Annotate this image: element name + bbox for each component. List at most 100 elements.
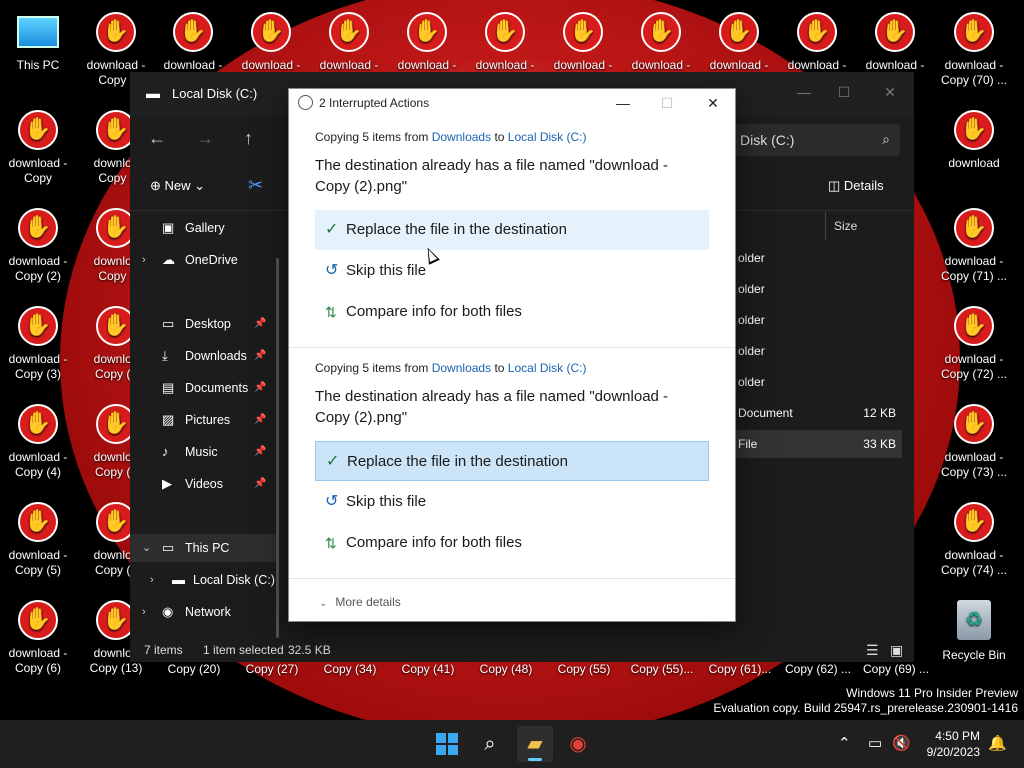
replace-option[interactable]: ✓ Replace the file in the destination [315,210,709,250]
maximize-icon[interactable]: ☐ [653,92,681,114]
stop-hand-icon: ✋ [18,404,58,444]
chevron-icon[interactable]: ⌄ [142,534,151,562]
sidebar-item[interactable]: › ☁ OneDrive [130,246,278,274]
chevron-icon[interactable]: › [142,598,146,626]
table-row[interactable]: older [730,368,902,396]
back-arrow-icon[interactable]: ← [148,128,166,149]
file-explorer-taskbar-icon[interactable]: ▰ [517,726,553,762]
table-row[interactable]: older [730,306,902,334]
source-link[interactable]: Downloads [432,361,491,375]
desktop-icon-download[interactable]: ✋ download - Copy [2,102,74,186]
address-bar[interactable]: Disk (C:) ⌕ [730,124,900,156]
desktop-icon-download[interactable]: ✋ download - Copy (5) [2,494,74,578]
desktop-icon-download[interactable]: ✋ download - Copy (3) [2,298,74,382]
sidebar-item[interactable]: ▤ Documents 📌 [130,374,278,402]
desktop-icon-download[interactable]: ✋ download - Copy (2) [2,200,74,284]
desktop-icon-download[interactable]: ✋ download - [313,4,385,73]
table-row[interactable]: older [730,337,902,365]
details-view-icon[interactable]: ☰ [866,638,879,662]
desktop-icon-label: download - Copy (72) ... [940,352,1008,381]
close-icon[interactable]: ✕ [699,92,727,114]
chevron-icon[interactable]: › [150,566,154,594]
sidebar-item[interactable]: ♪ Music 📌 [130,438,278,466]
maximize-icon[interactable]: ☐ [830,80,858,104]
desktop-icon-download[interactable]: ✋ download - [781,4,853,73]
sidebar-item[interactable]: › ▬ Local Disk (C:) [130,566,278,594]
compare-option[interactable]: ⇅ Compare info for both files [315,523,709,563]
desktop-icon-download[interactable]: ✋ download - [859,4,931,73]
stop-hand-icon: ✋ [954,12,994,52]
destination-link[interactable]: Local Disk (C:) [508,361,587,375]
folder-icon: ▨ [162,412,175,427]
desktop-icon-download[interactable]: ✋ download - Copy (6) [2,592,74,676]
sidebar-scrollbar[interactable] [276,258,279,638]
desktop-icon-download[interactable]: ✋ download - Copy (74) ... [938,494,1010,578]
details-button[interactable]: ◫ Details [828,178,884,194]
explorer-tab-title[interactable]: Local Disk (C:) [172,86,257,101]
folder-icon: ♪ [162,444,169,459]
desktop-icon-download[interactable]: ✋ download - [703,4,775,73]
sidebar-item[interactable]: ▶ Videos 📌 [130,470,278,498]
search-icon[interactable]: ⌕ [472,726,508,762]
notification-bell-icon[interactable]: 🔔 [988,734,1007,752]
sidebar-item[interactable]: ▭ Desktop 📌 [130,310,278,338]
close-icon[interactable]: ✕ [876,80,904,104]
dialog-titlebar[interactable]: 2 Interrupted Actions — ☐ ✕ [289,89,735,117]
sidebar-item-label: Pictures [185,413,231,427]
file-name: older [738,375,765,389]
volume-muted-icon[interactable]: 🔇 [892,734,911,752]
desktop-icon-download[interactable]: ✋ download - Copy (71) ... [938,200,1010,284]
cut-icon[interactable]: ✂ [248,175,263,196]
start-button[interactable] [436,733,458,755]
sidebar-item[interactable]: ⤓ Downloads 📌 [130,342,278,370]
table-row[interactable]: File 33 KB [730,430,902,458]
desktop-icon-download[interactable]: ✋ download - Copy (70) ... [938,4,1010,88]
compare-option[interactable]: ⇅ Compare info for both files [315,292,709,332]
table-row[interactable]: older [730,275,902,303]
table-row[interactable]: Document 12 KB [730,399,902,427]
sidebar-item[interactable]: ⌄ ▭ This PC [130,534,278,562]
desktop-icon-download[interactable]: ✋ download - [157,4,229,73]
sidebar-item-label: Downloads [185,349,247,363]
desktop-icon-download[interactable]: ✋ download [938,102,1010,171]
stop-hand-icon: ✋ [173,12,213,52]
tiles-view-icon[interactable]: ▣ [890,638,903,662]
source-link[interactable]: Downloads [432,130,491,144]
up-arrow-icon[interactable]: ↑ [244,128,253,149]
desktop-icon-label: download - [475,58,535,72]
column-header-size[interactable]: Size [825,212,914,240]
network-icon[interactable]: ▭ [868,734,882,752]
minimize-icon[interactable]: — [609,92,637,114]
desktop-icon-recycle-bin[interactable]: ♻ Recycle Bin [938,592,1010,663]
desktop-icon-download[interactable]: ✋ download - [625,4,697,73]
replace-label: Replace the file in the destination [347,453,568,470]
chevron-up-icon[interactable]: ⌃ [838,734,851,752]
chevron-icon[interactable]: › [142,246,146,274]
replace-option[interactable]: ✓ Replace the file in the destination [315,441,709,481]
desktop-icon-this-pc[interactable]: This PC [2,4,74,73]
desktop-icon-download[interactable]: ✋ download - Copy (72) ... [938,298,1010,382]
minimize-icon[interactable]: — [790,80,818,104]
status-selected: 1 item selected [203,643,284,657]
sidebar-item[interactable]: ▣ Gallery [130,214,278,242]
desktop-icon-download[interactable]: ✋ download - [235,4,307,73]
new-button[interactable]: ⊕ New ⌄ [150,178,205,194]
desktop-icon-download[interactable]: ✋ download - [547,4,619,73]
skip-option[interactable]: ↺ Skip this file [315,251,709,291]
forward-arrow-icon[interactable]: → [196,128,214,149]
desktop-icon-download[interactable]: ✋ download - Copy (4) [2,396,74,480]
search-icon[interactable]: ⌕ [882,131,890,148]
folder-icon: ▬ [172,572,185,587]
desktop-icon-download[interactable]: ✋ download - Copy (73) ... [938,396,1010,480]
sidebar-item[interactable]: ▨ Pictures 📌 [130,406,278,434]
table-row[interactable]: older [730,244,902,272]
stop-hand-icon: ✋ [18,600,58,640]
desktop-icon-download[interactable]: ✋ download - [391,4,463,73]
desktop-icon-download[interactable]: ✋ download - [469,4,541,73]
taskbar-clock[interactable]: 4:50 PM 9/20/2023 [918,728,980,760]
more-details-button[interactable]: ⌄ More details [319,595,401,609]
sidebar-item[interactable]: › ◉ Network [130,598,278,626]
chrome-taskbar-icon[interactable]: ◉ [560,726,596,762]
destination-link[interactable]: Local Disk (C:) [508,130,587,144]
skip-option[interactable]: ↺ Skip this file [315,482,709,522]
